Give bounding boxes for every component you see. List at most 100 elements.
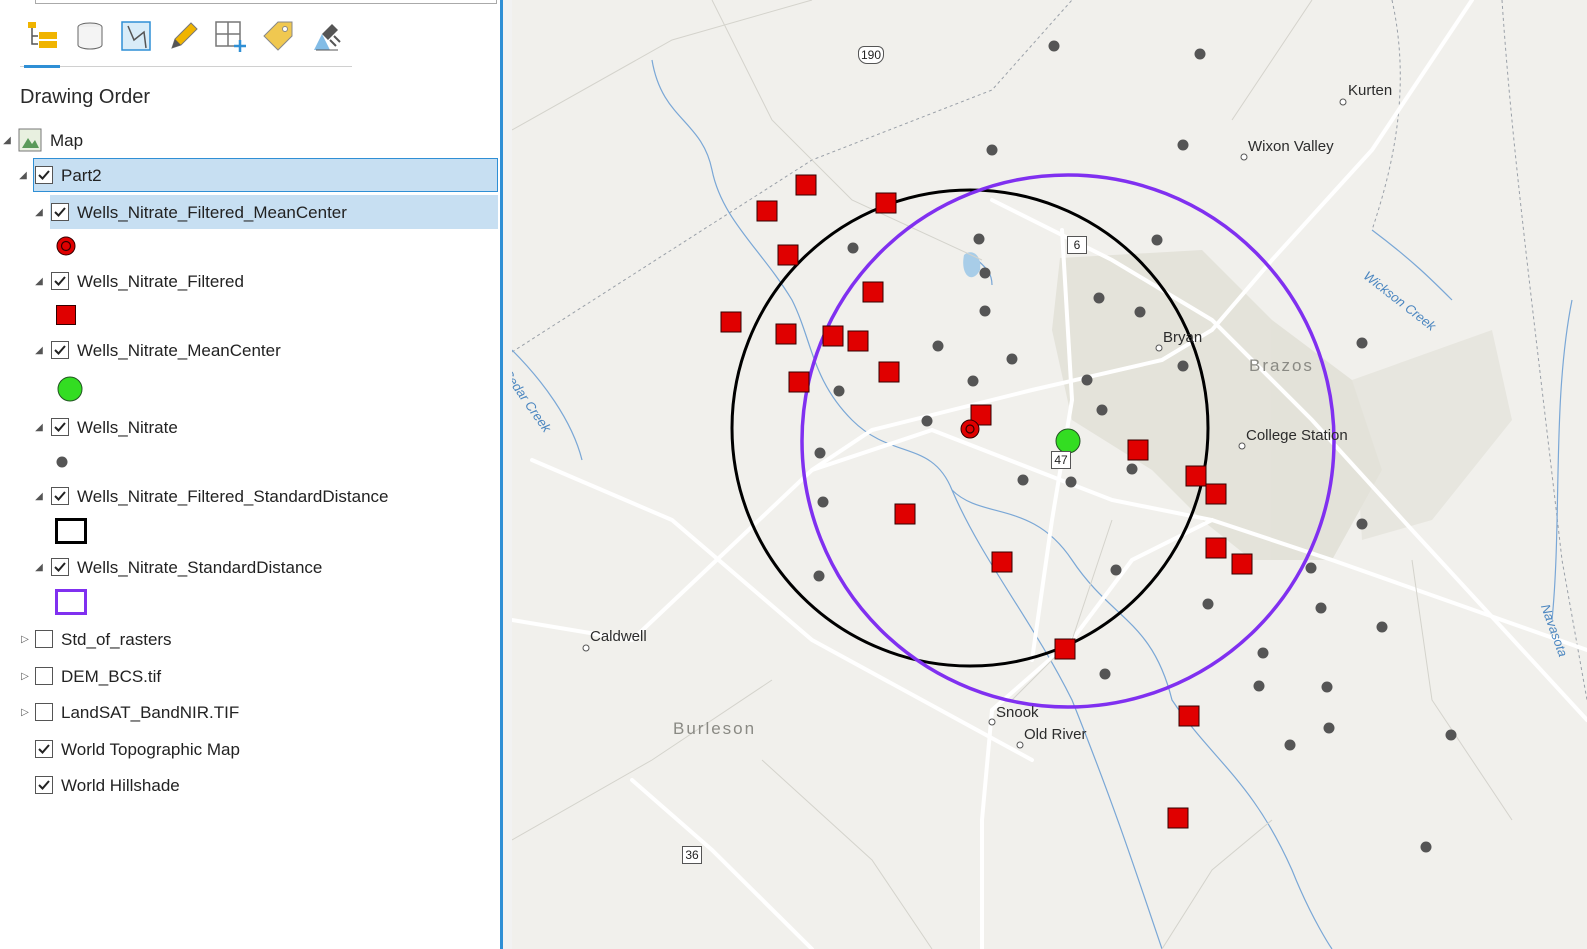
well-point[interactable]: [1356, 337, 1368, 349]
collapse-triangle-icon[interactable]: ◢: [32, 343, 46, 357]
well-point[interactable]: [1194, 48, 1206, 60]
well-point[interactable]: [1096, 404, 1108, 416]
filtered-well-point[interactable]: [1178, 705, 1200, 727]
filtered-well-point[interactable]: [720, 311, 742, 333]
filtered-well-point[interactable]: [878, 361, 900, 383]
well-point[interactable]: [1323, 722, 1335, 734]
well-point[interactable]: [1305, 562, 1317, 574]
collapse-triangle-icon[interactable]: ◢: [0, 133, 14, 147]
well-point[interactable]: [1093, 292, 1105, 304]
well-point[interactable]: [1177, 139, 1189, 151]
well-point[interactable]: [1006, 353, 1018, 365]
collapse-triangle-icon[interactable]: ◢: [32, 274, 46, 288]
filtered-well-point[interactable]: [1205, 537, 1227, 559]
well-point[interactable]: [1253, 680, 1265, 692]
well-point[interactable]: [1110, 564, 1122, 576]
filtered-well-point[interactable]: [795, 174, 817, 196]
well-point[interactable]: [847, 242, 859, 254]
well-point[interactable]: [817, 496, 829, 508]
collapse-triangle-icon[interactable]: ◢: [16, 168, 30, 182]
well-point[interactable]: [979, 305, 991, 317]
toc-layer-wells-nitrate-filtered[interactable]: Wells_Nitrate_Filtered: [50, 264, 498, 298]
well-point[interactable]: [1099, 668, 1111, 680]
well-point[interactable]: [967, 375, 979, 387]
well-point[interactable]: [833, 385, 845, 397]
well-point[interactable]: [1284, 739, 1296, 751]
filtered-well-point[interactable]: [822, 325, 844, 347]
list-by-drawing-order-icon[interactable]: [24, 18, 60, 68]
toc-layer-dem-bcs[interactable]: ▷ DEM_BCS.tif: [0, 659, 498, 693]
well-point[interactable]: [1134, 306, 1146, 318]
list-by-data-source-icon[interactable]: [72, 18, 108, 56]
well-point[interactable]: [986, 144, 998, 156]
well-point[interactable]: [1420, 841, 1432, 853]
well-point[interactable]: [1151, 234, 1163, 246]
filtered-well-point[interactable]: [1185, 465, 1207, 487]
toc-layer-std-of-rasters[interactable]: ▷ Std_of_rasters: [0, 622, 498, 656]
layer-checkbox[interactable]: [51, 341, 69, 359]
well-point[interactable]: [1376, 621, 1388, 633]
toc-layer-wells-nitrate-filtered-standarddistance[interactable]: Wells_Nitrate_Filtered_StandardDistance: [50, 479, 498, 513]
well-point[interactable]: [814, 447, 826, 459]
list-by-selection-icon[interactable]: [118, 18, 154, 56]
filtered-well-point[interactable]: [1054, 638, 1076, 660]
well-point[interactable]: [813, 570, 825, 582]
filtered-well-point[interactable]: [1167, 807, 1189, 829]
well-point[interactable]: [1048, 40, 1060, 52]
well-point[interactable]: [1257, 647, 1269, 659]
part2-checkbox[interactable]: [35, 166, 53, 184]
layer-checkbox[interactable]: [35, 667, 53, 685]
well-point[interactable]: [1445, 729, 1457, 741]
filtered-well-point[interactable]: [862, 281, 884, 303]
well-point[interactable]: [973, 233, 985, 245]
filtered-well-point[interactable]: [1127, 439, 1149, 461]
well-point[interactable]: [979, 267, 991, 279]
layer-checkbox[interactable]: [51, 487, 69, 505]
well-point[interactable]: [1315, 602, 1327, 614]
toc-layer-wells-nitrate-filtered-meancenter[interactable]: Wells_Nitrate_Filtered_MeanCenter: [50, 195, 498, 229]
layer-checkbox[interactable]: [51, 558, 69, 576]
well-point[interactable]: [1356, 518, 1368, 530]
toc-basemap-world-hillshade[interactable]: World Hillshade: [0, 768, 498, 802]
filtered-mean-center-point[interactable]: [960, 419, 980, 439]
expand-triangle-icon[interactable]: ▷: [18, 669, 32, 683]
layer-checkbox[interactable]: [51, 203, 69, 221]
toc-map-item[interactable]: ◢ Map: [0, 123, 498, 157]
list-by-editing-icon[interactable]: [164, 18, 200, 56]
expand-triangle-icon[interactable]: ▷: [18, 632, 32, 646]
well-point[interactable]: [921, 415, 933, 427]
layer-checkbox[interactable]: [35, 740, 53, 758]
layer-checkbox[interactable]: [51, 418, 69, 436]
toc-layer-landsat-band-nir[interactable]: ▷ LandSAT_BandNIR.TIF: [0, 695, 498, 729]
well-point[interactable]: [1065, 476, 1077, 488]
filtered-well-point[interactable]: [1231, 553, 1253, 575]
filtered-well-point[interactable]: [991, 551, 1013, 573]
filtered-well-point[interactable]: [1205, 483, 1227, 505]
layer-checkbox[interactable]: [35, 703, 53, 721]
filtered-well-point[interactable]: [777, 244, 799, 266]
collapse-triangle-icon[interactable]: ◢: [32, 489, 46, 503]
expand-triangle-icon[interactable]: ▷: [18, 705, 32, 719]
map-canvas[interactable]: [512, 0, 1587, 949]
search-box-edge[interactable]: [35, 0, 497, 4]
filtered-well-point[interactable]: [775, 323, 797, 345]
filtered-well-point[interactable]: [847, 330, 869, 352]
well-point[interactable]: [932, 340, 944, 352]
well-point[interactable]: [1321, 681, 1333, 693]
filtered-well-point[interactable]: [756, 200, 778, 222]
collapse-triangle-icon[interactable]: ◢: [32, 560, 46, 574]
layer-checkbox[interactable]: [51, 272, 69, 290]
well-point[interactable]: [1017, 474, 1029, 486]
well-point[interactable]: [1202, 598, 1214, 610]
toc-basemap-world-topographic[interactable]: World Topographic Map: [0, 732, 498, 766]
filtered-well-point[interactable]: [788, 371, 810, 393]
filtered-well-point[interactable]: [894, 503, 916, 525]
map-view[interactable]: Kurten Wixon Valley Bryan College Statio…: [512, 0, 1587, 949]
well-point[interactable]: [1177, 360, 1189, 372]
toc-layer-wells-nitrate[interactable]: Wells_Nitrate: [50, 410, 498, 444]
filtered-well-point[interactable]: [875, 192, 897, 214]
collapse-triangle-icon[interactable]: ◢: [32, 420, 46, 434]
list-by-perspective-imagery-icon[interactable]: [308, 18, 344, 56]
layer-checkbox[interactable]: [35, 776, 53, 794]
list-by-snapping-icon[interactable]: [212, 18, 248, 56]
